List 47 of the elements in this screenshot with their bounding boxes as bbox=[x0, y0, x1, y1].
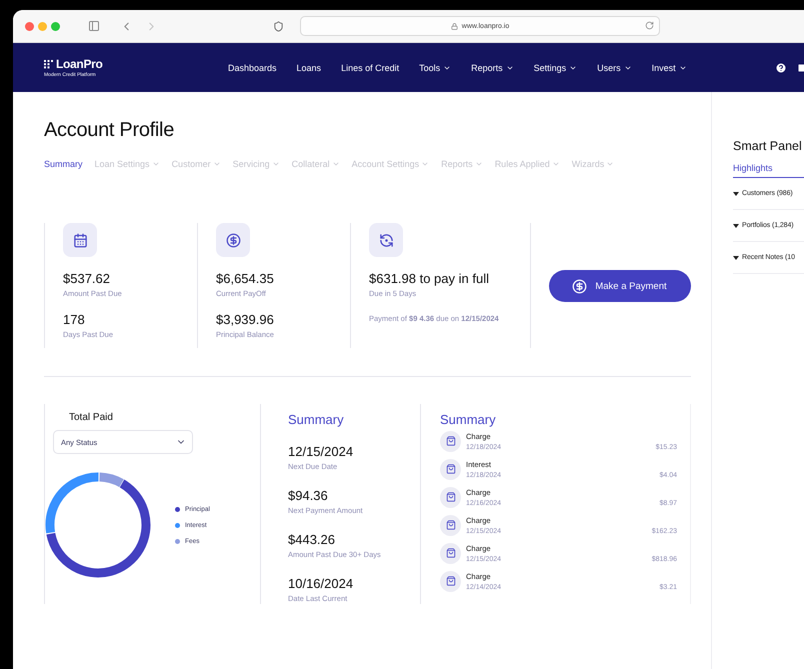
stat-value: $3,939.96 bbox=[216, 312, 275, 327]
bag-icon bbox=[440, 542, 461, 564]
caret-icon[interactable] bbox=[733, 224, 739, 228]
caret-icon[interactable] bbox=[733, 256, 739, 260]
reload-icon[interactable] bbox=[645, 21, 654, 30]
nav-item[interactable]: Dashboards bbox=[228, 62, 277, 72]
summary-value: $94.36 bbox=[288, 488, 329, 503]
bag-icon bbox=[440, 486, 461, 508]
dollar-icon bbox=[572, 278, 588, 294]
logo-text[interactable]: LoanPro bbox=[56, 57, 103, 71]
nav-item[interactable]: Lines of Credit bbox=[341, 62, 400, 72]
help-icon[interactable] bbox=[775, 62, 787, 74]
maximize-icon[interactable] bbox=[51, 22, 60, 30]
caret-icon[interactable] bbox=[733, 192, 739, 196]
summary-value: 10/16/2024 bbox=[288, 576, 354, 591]
nav-item[interactable]: Settings bbox=[534, 62, 578, 72]
sidebar-icon[interactable] bbox=[88, 20, 100, 32]
nav-item[interactable]: Tools bbox=[419, 62, 452, 72]
bag-icon bbox=[440, 514, 461, 536]
close-icon[interactable] bbox=[25, 22, 34, 30]
shield-icon bbox=[273, 20, 284, 32]
profile-tab[interactable]: Summary bbox=[44, 159, 83, 169]
summary-value: 12/15/2024 bbox=[288, 444, 354, 459]
nav-item[interactable]: Reports bbox=[471, 62, 514, 72]
stat-value: $6,654.35 bbox=[216, 271, 275, 286]
summary-value: $443.26 bbox=[288, 532, 336, 547]
make-payment-button[interactable]: Make a Payment bbox=[548, 270, 690, 302]
page-title: Account Profile bbox=[44, 119, 176, 142]
stat-value: $537.62 bbox=[63, 271, 111, 286]
bag-icon bbox=[440, 458, 461, 480]
nav-item[interactable]: Users bbox=[597, 62, 632, 72]
panel-title: Smart Panel bbox=[733, 139, 803, 153]
chart-title: Total Paid bbox=[69, 412, 114, 423]
lock-icon bbox=[450, 22, 458, 30]
dollar-icon bbox=[216, 223, 250, 257]
calendar-icon bbox=[63, 223, 97, 257]
section-title: Summary bbox=[288, 412, 345, 427]
bag-icon bbox=[440, 430, 461, 452]
refresh-dollar-icon bbox=[369, 223, 403, 257]
nav-item[interactable]: Invest bbox=[652, 62, 687, 72]
panel-tab[interactable]: Highlights bbox=[733, 163, 804, 178]
bag-icon bbox=[440, 570, 461, 592]
section-title: Summary bbox=[440, 412, 497, 427]
stat-value: 178 bbox=[63, 312, 86, 327]
stat-value: $631.98 to pay in full bbox=[369, 271, 490, 286]
logo-icon bbox=[44, 60, 53, 68]
nav-item[interactable]: Loans bbox=[296, 62, 322, 72]
